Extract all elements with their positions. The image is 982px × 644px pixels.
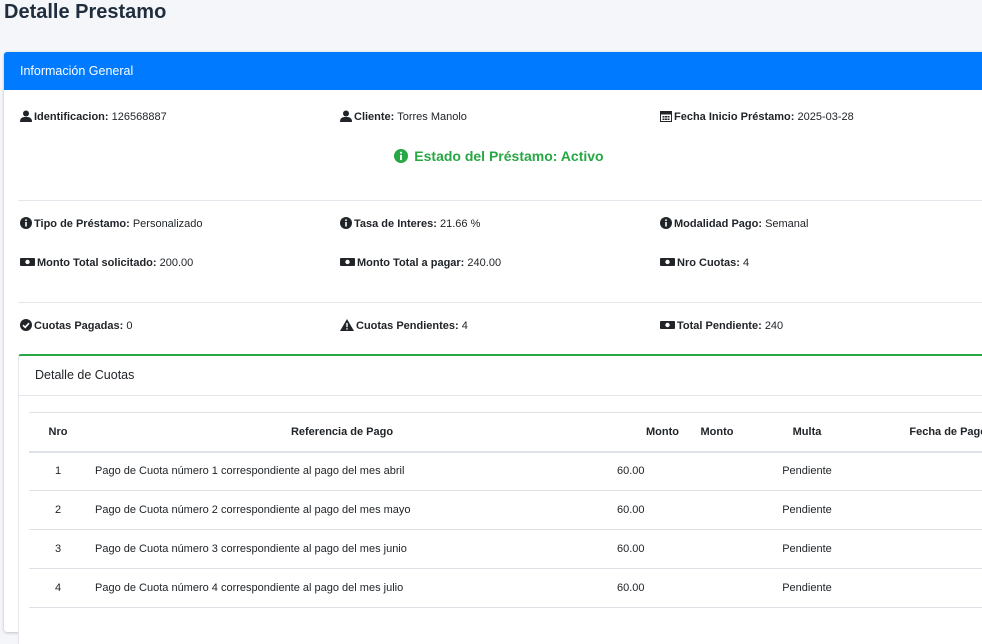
tipo-value: Personalizado bbox=[132, 218, 203, 230]
identificacion-value: 126568887 bbox=[111, 111, 167, 123]
column-header-monto[interactable]: Monto bbox=[597, 413, 687, 452]
column-header-referencia[interactable]: Referencia de Pago bbox=[87, 413, 597, 452]
modalidad-label: Modalidad Pago: bbox=[674, 218, 762, 230]
table-row: 2 Pago de Cuota número 2 correspondiente… bbox=[29, 490, 982, 530]
cuotas-table: Nro Referencia de Pago Monto Monto Multa… bbox=[29, 412, 982, 608]
cell-monto: 60.00 bbox=[597, 490, 687, 530]
cell-referencia: Pago de Cuota número 3 correspondiente a… bbox=[87, 529, 597, 569]
calendar-icon bbox=[660, 111, 672, 122]
user-icon bbox=[340, 110, 352, 122]
cuotas-pagadas-value: 0 bbox=[126, 320, 133, 332]
info-row-3: Monto Total solicitado: 200.00 Monto Tot… bbox=[20, 256, 980, 270]
card-header: Información General bbox=[4, 52, 982, 90]
cell-monto: 60.00 bbox=[597, 529, 687, 569]
table-row: 1 Pago de Cuota número 1 correspondiente… bbox=[29, 451, 982, 491]
page-title: Detalle Prestamo bbox=[4, 1, 167, 23]
cell-monto-2 bbox=[687, 490, 747, 530]
tasa-label: Tasa de Interes: bbox=[354, 218, 437, 230]
cell-multa: Pendiente bbox=[747, 490, 867, 530]
money-bill-icon bbox=[340, 258, 355, 266]
column-header-nro[interactable]: Nro bbox=[29, 413, 87, 452]
info-card: Información General Identificacion: 1265… bbox=[4, 52, 982, 644]
cell-referencia: Pago de Cuota número 1 correspondiente a… bbox=[87, 451, 597, 491]
cuotas-pagadas-field: Cuotas Pagadas: 0 bbox=[20, 319, 340, 333]
table-row: 3 Pago de Cuota número 3 correspondiente… bbox=[29, 529, 982, 569]
divider bbox=[18, 200, 982, 201]
money-bill-icon bbox=[20, 258, 35, 266]
cuotas-pagadas-label: Cuotas Pagadas: bbox=[34, 320, 124, 332]
tasa-interes-field: Tasa de Interes: 21.66 % bbox=[340, 217, 660, 231]
divider bbox=[18, 302, 982, 303]
info-row-4: Cuotas Pagadas: 0 Cuotas Pendientes: 4 T… bbox=[20, 319, 980, 333]
info-circle-icon bbox=[340, 217, 352, 229]
monto-solicitado-field: Monto Total solicitado: 200.00 bbox=[20, 256, 340, 270]
money-bill-icon bbox=[660, 258, 675, 266]
table-row: 4 Pago de Cuota número 4 correspondiente… bbox=[29, 568, 982, 608]
fecha-inicio-label: Fecha Inicio Préstamo: bbox=[674, 111, 795, 123]
info-row-1: Identificacion: 126568887 Cliente: Torre… bbox=[20, 110, 980, 124]
tasa-value: 21.66 % bbox=[440, 218, 481, 230]
info-circle-icon bbox=[660, 217, 672, 229]
loan-status: Estado del Préstamo: Activo bbox=[4, 147, 982, 165]
loan-status-text: Estado del Préstamo: Activo bbox=[414, 148, 604, 164]
warning-icon bbox=[340, 319, 354, 331]
cell-nro: 4 bbox=[29, 568, 87, 608]
cell-monto: 60.00 bbox=[597, 451, 687, 491]
column-header-multa[interactable]: Multa bbox=[747, 413, 867, 452]
cell-multa: Pendiente bbox=[747, 568, 867, 608]
cell-monto-2 bbox=[687, 568, 747, 608]
modalidad-pago-field: Modalidad Pago: Semanal bbox=[660, 217, 980, 231]
cell-nro: 2 bbox=[29, 490, 87, 530]
cliente-field: Cliente: Torres Manolo bbox=[340, 110, 660, 124]
modalidad-value: Semanal bbox=[765, 218, 809, 230]
cell-fecha-pago bbox=[867, 568, 982, 608]
cell-multa: Pendiente bbox=[747, 529, 867, 569]
cell-referencia: Pago de Cuota número 4 correspondiente a… bbox=[87, 568, 597, 608]
identificacion-label: Identificacion: bbox=[34, 111, 109, 123]
cliente-value: Torres Manolo bbox=[397, 111, 467, 123]
tipo-label: Tipo de Préstamo: bbox=[34, 218, 130, 230]
cell-fecha-pago bbox=[867, 451, 982, 491]
tipo-prestamo-field: Tipo de Préstamo: Personalizado bbox=[20, 217, 340, 231]
cell-nro: 1 bbox=[29, 451, 87, 491]
info-circle-icon bbox=[394, 149, 409, 163]
cell-monto: 60.00 bbox=[597, 568, 687, 608]
cell-multa: Pendiente bbox=[747, 451, 867, 491]
cell-fecha-pago bbox=[867, 490, 982, 530]
column-header-monto-2[interactable]: Monto bbox=[687, 413, 747, 452]
cell-referencia: Pago de Cuota número 2 correspondiente a… bbox=[87, 490, 597, 530]
fecha-inicio-value: 2025-03-28 bbox=[797, 111, 854, 123]
check-circle-icon bbox=[20, 319, 32, 331]
monto-solicitado-value: 200.00 bbox=[159, 257, 194, 269]
cuotas-pendientes-value: 4 bbox=[461, 320, 468, 332]
cliente-label: Cliente: bbox=[354, 111, 395, 123]
nro-cuotas-value: 4 bbox=[743, 257, 750, 269]
total-pendiente-label: Total Pendiente: bbox=[677, 320, 762, 332]
nro-cuotas-label: Nro Cuotas: bbox=[677, 257, 740, 269]
monto-solicitado-label: Monto Total solicitado: bbox=[37, 257, 157, 269]
user-icon bbox=[20, 110, 32, 122]
cell-nro: 3 bbox=[29, 529, 87, 569]
cell-fecha-pago bbox=[867, 529, 982, 569]
monto-pagar-value: 240.00 bbox=[467, 257, 502, 269]
money-bill-icon bbox=[660, 321, 675, 329]
info-row-2: Tipo de Préstamo: Personalizado Tasa de … bbox=[20, 217, 980, 231]
monto-pagar-field: Monto Total a pagar: 240.00 bbox=[340, 256, 660, 270]
total-pendiente-value: 240 bbox=[764, 320, 784, 332]
cell-monto-2 bbox=[687, 451, 747, 491]
monto-pagar-label: Monto Total a pagar: bbox=[357, 257, 465, 269]
cuotas-card: Detalle de Cuotas Nro Referencia de Pago… bbox=[18, 354, 982, 644]
cell-monto-2 bbox=[687, 529, 747, 569]
column-header-fecha-pago[interactable]: Fecha de Pago bbox=[867, 413, 982, 452]
total-pendiente-field: Total Pendiente: 240 bbox=[660, 319, 980, 333]
fecha-inicio-field: Fecha Inicio Préstamo: 2025-03-28 bbox=[660, 110, 980, 124]
cuotas-pendientes-label: Cuotas Pendientes: bbox=[356, 320, 459, 332]
identificacion-field: Identificacion: 126568887 bbox=[20, 110, 340, 124]
nro-cuotas-field: Nro Cuotas: 4 bbox=[660, 256, 980, 270]
cuotas-pendientes-field: Cuotas Pendientes: 4 bbox=[340, 319, 660, 333]
table-header-row: Nro Referencia de Pago Monto Monto Multa… bbox=[29, 412, 982, 452]
info-circle-icon bbox=[20, 217, 32, 229]
cuotas-card-title: Detalle de Cuotas bbox=[19, 356, 982, 396]
